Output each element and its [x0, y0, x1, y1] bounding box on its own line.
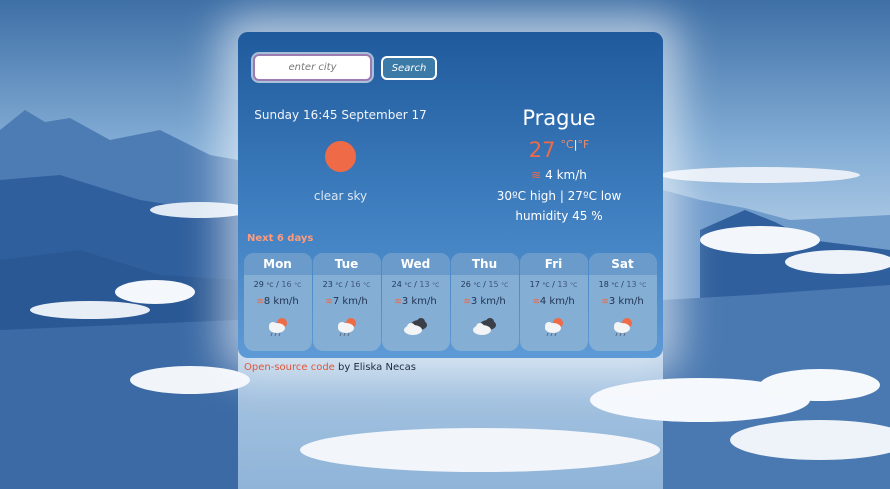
day-low: 13	[626, 280, 637, 289]
unit-label: °C	[542, 282, 550, 289]
wind-icon: ≋	[532, 297, 540, 307]
temperature-value: 27	[528, 138, 556, 162]
forecast-label: Next 6 days	[247, 233, 314, 244]
day-wind-value: 4 km/h	[539, 296, 575, 307]
unit-label: °C	[266, 282, 274, 289]
wind-icon: ≋	[325, 297, 333, 307]
day-low: 15	[488, 280, 499, 289]
search-button[interactable]: Search	[381, 56, 437, 80]
fahrenheit-toggle[interactable]: °F	[577, 138, 589, 151]
dark-cloud-icon	[472, 318, 496, 335]
footer-byline: by Eliska Necas	[334, 362, 416, 373]
day-low: 13	[557, 280, 568, 289]
forecast-day: Tue 23 °C / 16 °C ≋7 km/h	[312, 253, 381, 351]
day-low: 16	[350, 280, 361, 289]
day-wind-value: 7 km/h	[332, 296, 368, 307]
day-wind-value: 8 km/h	[263, 296, 299, 307]
day-temps: 18 °C / 13 °C	[598, 280, 647, 289]
forecast-day: Thu 26 °C / 15 °C ≋3 km/h	[450, 253, 519, 351]
day-wind-value: 3 km/h	[470, 296, 506, 307]
high-low: 30ºC high | 27ºC low	[496, 189, 622, 203]
day-name: Fri	[519, 253, 588, 275]
unit-label: °C	[335, 282, 343, 289]
rain-sun-icon	[613, 318, 632, 337]
day-high: 23	[322, 280, 333, 289]
day-name: Sat	[588, 253, 657, 275]
celsius-toggle[interactable]: °C	[561, 138, 574, 151]
day-wind-value: 3 km/h	[608, 296, 644, 307]
unit-label: °C	[501, 282, 509, 289]
day-high: 17	[529, 280, 540, 289]
unit-label: °C	[294, 282, 302, 289]
day-high: 24	[391, 280, 402, 289]
current-temperature: 27 °C|°F	[458, 138, 660, 162]
wind-icon: ≋	[256, 297, 264, 307]
day-low: 16	[281, 280, 292, 289]
day-wind-value: 3 km/h	[401, 296, 437, 307]
unit-label: °C	[404, 282, 412, 289]
day-wind: ≋8 km/h	[244, 296, 312, 307]
wind-value: 4 km/h	[545, 168, 587, 182]
unit-label: °C	[570, 282, 578, 289]
unit-label: °C	[611, 282, 619, 289]
day-name: Wed	[381, 253, 450, 275]
unit-label: °C	[432, 282, 440, 289]
forecast-day: Sat 18 °C / 13 °C ≋3 km/h	[588, 253, 657, 351]
rain-sun-icon	[337, 318, 356, 337]
unit-label: °C	[473, 282, 481, 289]
day-wind: ≋4 km/h	[520, 296, 588, 307]
wind-icon: ≋	[463, 297, 471, 307]
day-temps: 26 °C / 15 °C	[460, 280, 509, 289]
day-wind: ≋3 km/h	[382, 296, 450, 307]
day-high: 29	[253, 280, 264, 289]
weather-description: clear sky	[313, 189, 368, 203]
day-wind: ≋3 km/h	[589, 296, 657, 307]
source-code-link[interactable]: Open-source code	[244, 362, 335, 373]
rain-sun-icon	[544, 318, 563, 337]
humidity: humidity 45 %	[515, 209, 603, 223]
day-high: 18	[598, 280, 609, 289]
forecast-strip: Mon 29 °C / 16 °C ≋8 km/h Tue 23 °C / 16…	[243, 253, 657, 351]
unit-label: °C	[639, 282, 647, 289]
weather-card: Search Sunday 16:45 September 17 clear s…	[238, 32, 663, 358]
footer: Open-source code by Eliska Necas	[244, 362, 416, 373]
wind-icon: ≋	[394, 297, 402, 307]
wind-icon: ≋	[531, 168, 542, 182]
forecast-day: Wed 24 °C / 13 °C ≋3 km/h	[381, 253, 450, 351]
day-name: Tue	[312, 253, 381, 275]
day-wind: ≋3 km/h	[451, 296, 519, 307]
unit-label: °C	[363, 282, 371, 289]
day-temps: 24 °C / 13 °C	[391, 280, 440, 289]
current-datetime: Sunday 16:45 September 17	[254, 108, 427, 122]
day-temps: 17 °C / 13 °C	[529, 280, 578, 289]
day-wind: ≋7 km/h	[313, 296, 381, 307]
wind-icon: ≋	[601, 297, 609, 307]
day-high: 26	[460, 280, 471, 289]
day-temps: 29 °C / 16 °C	[253, 280, 302, 289]
day-name: Thu	[450, 253, 519, 275]
city-search-input[interactable]	[253, 54, 372, 81]
forecast-day: Fri 17 °C / 13 °C ≋4 km/h	[519, 253, 588, 351]
current-wind: ≋ 4 km/h	[458, 168, 660, 182]
day-temps: 23 °C / 16 °C	[322, 280, 371, 289]
dark-cloud-icon	[403, 318, 427, 335]
sun-icon	[325, 141, 356, 172]
day-low: 13	[419, 280, 430, 289]
rain-sun-icon	[268, 318, 287, 337]
day-name: Mon	[243, 253, 312, 275]
city-name: Prague	[522, 106, 596, 130]
forecast-day: Mon 29 °C / 16 °C ≋8 km/h	[243, 253, 312, 351]
